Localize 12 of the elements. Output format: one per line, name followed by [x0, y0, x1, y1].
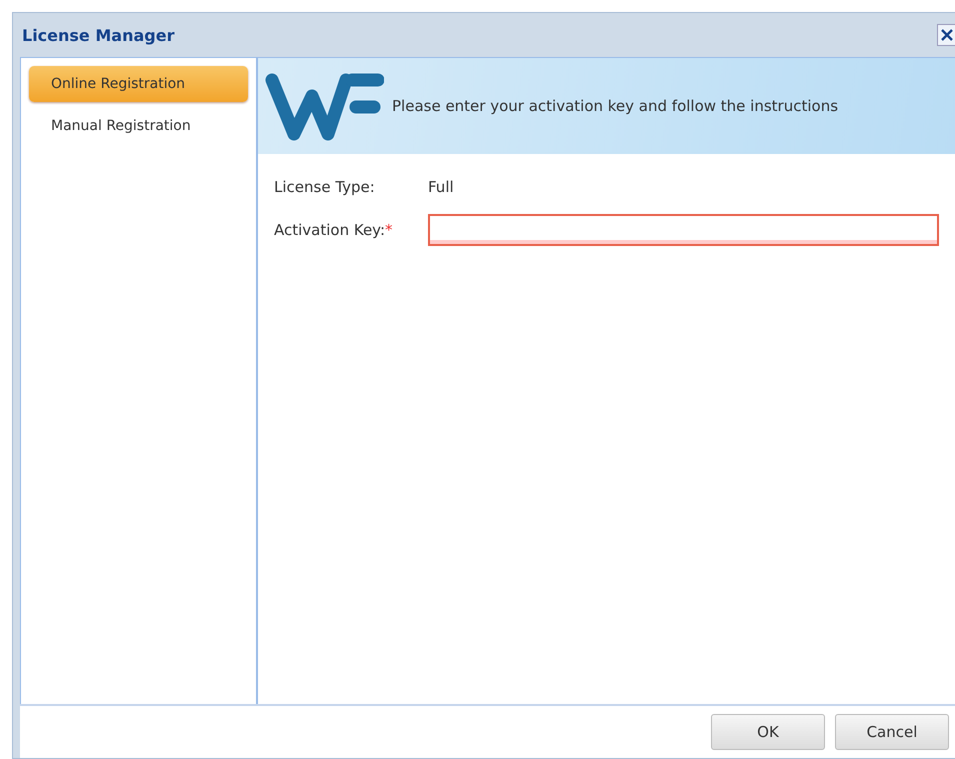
sidebar-item[interactable]: Manual Registration [29, 108, 248, 144]
instruction-text: Please enter your activation key and follow the instructions [392, 97, 838, 115]
field-label: Activation Key:* [274, 221, 394, 239]
window-title: License Manager [22, 26, 174, 44]
close-icon [940, 29, 952, 41]
activation-key-field[interactable] [428, 214, 939, 246]
sidebar-item[interactable]: Online Registration [29, 66, 248, 102]
field-value: Full [428, 178, 454, 196]
dialog-button[interactable]: OK [711, 714, 825, 750]
field-label: License Type: [274, 178, 376, 196]
dialog-button[interactable]: Cancel [835, 714, 949, 750]
close-button[interactable] [937, 24, 955, 46]
